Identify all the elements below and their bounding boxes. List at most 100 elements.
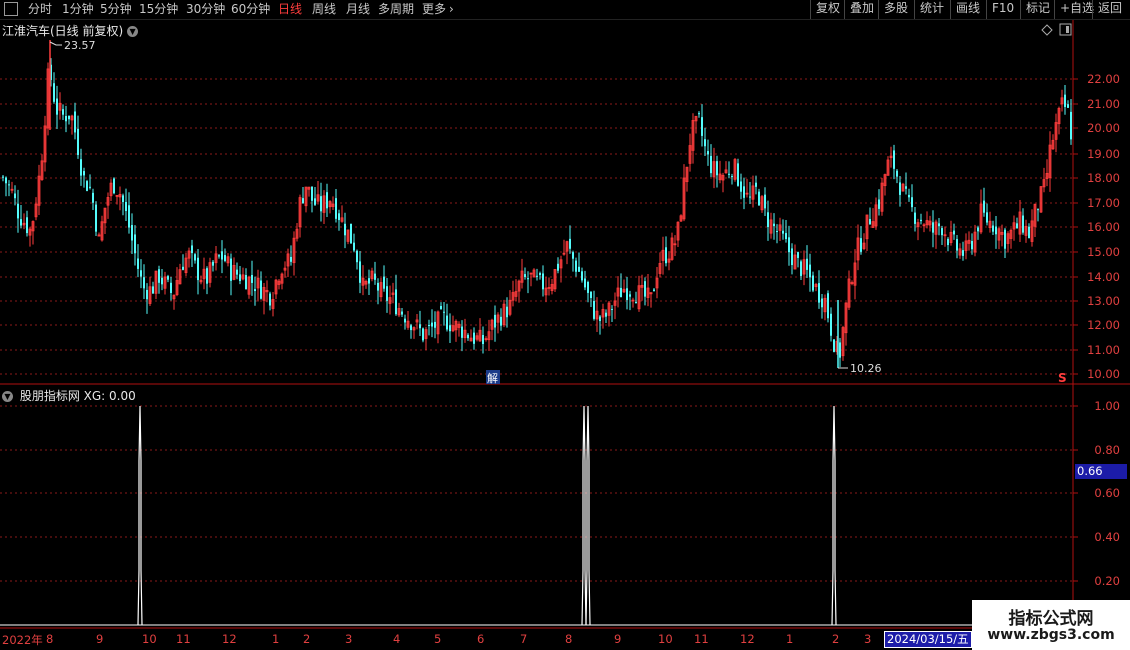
candle-body <box>995 226 997 235</box>
candle-body <box>103 207 107 224</box>
candle-body <box>527 278 529 280</box>
candle-body <box>410 325 412 331</box>
period-tab[interactable]: 分时 <box>28 2 52 17</box>
current-date-badge: 2024/03/15/五 <box>884 631 972 648</box>
candle-body <box>622 288 626 293</box>
period-tab[interactable]: 月线 <box>346 2 370 17</box>
price-axis-label: 10.00 <box>1087 367 1120 381</box>
candle-body <box>386 286 388 301</box>
candle-body <box>199 279 203 283</box>
candle-body <box>710 155 712 174</box>
candle-body <box>559 259 563 269</box>
candle-body <box>230 258 232 281</box>
candle-body <box>1048 144 1052 178</box>
candle-body <box>221 251 223 260</box>
candle-body <box>31 221 35 232</box>
candle-body <box>943 234 947 237</box>
candle-body <box>833 339 835 352</box>
candle-body <box>791 248 793 266</box>
candle-body <box>353 242 355 251</box>
candle-body <box>905 186 907 189</box>
toolbar-button[interactable]: 叠加 <box>844 0 879 19</box>
candle-body <box>986 212 988 223</box>
candle-body <box>274 279 278 295</box>
date-axis-label: 9 <box>614 632 622 646</box>
candle-body <box>517 280 521 292</box>
chevron-down-icon[interactable]: ▼ <box>127 26 139 37</box>
candle-body <box>565 241 569 252</box>
candle-body <box>451 325 455 332</box>
period-tab[interactable]: 15分钟 <box>139 2 178 17</box>
candle-body <box>10 188 14 191</box>
panel-toggle-icon <box>1059 23 1072 36</box>
candle-body <box>463 329 467 339</box>
candle-body <box>644 281 646 297</box>
candle-body <box>167 276 169 280</box>
candle-body <box>467 334 469 339</box>
candle-body <box>118 194 122 198</box>
date-axis-label: 3 <box>864 632 872 646</box>
period-tab[interactable]: 30分钟 <box>186 2 225 17</box>
cursor-value-badge: 0.66 <box>1075 464 1127 479</box>
candle-body <box>1012 222 1016 230</box>
candle-body <box>962 250 964 256</box>
toolbar-button[interactable]: 返回 <box>1092 0 1127 19</box>
toolbar-button[interactable]: F10 <box>986 0 1019 19</box>
period-tab[interactable]: 5分钟 <box>100 2 132 17</box>
candle-body <box>878 199 880 209</box>
price-axis-label: 11.00 <box>1087 343 1120 357</box>
date-axis-label: 7 <box>520 632 528 646</box>
candle-body <box>206 268 208 284</box>
candle-body <box>920 219 922 222</box>
candle-body <box>346 229 350 242</box>
period-tab[interactable]: 更多 <box>422 2 446 17</box>
price-axis-label: 19.00 <box>1087 147 1120 161</box>
candle-body <box>496 314 500 323</box>
toolbar-button[interactable]: 标记 <box>1020 0 1055 19</box>
candle-body <box>53 83 55 102</box>
period-tab[interactable]: 1分钟 <box>62 2 94 17</box>
candle-body <box>856 237 860 261</box>
candle-body <box>569 238 571 249</box>
candle-body <box>760 196 764 211</box>
candle-body <box>109 182 113 197</box>
date-axis-label: 8 <box>565 632 573 646</box>
candle-body <box>997 228 1001 241</box>
candle-body <box>679 215 683 222</box>
candle-body <box>964 240 968 251</box>
candle-body <box>8 184 10 186</box>
candle-body <box>635 302 637 304</box>
candle-body <box>298 197 302 228</box>
candle-body <box>649 292 653 295</box>
chevron-right-icon[interactable]: › <box>449 2 454 17</box>
restore-window-icon[interactable] <box>4 2 18 17</box>
period-tab[interactable]: 周线 <box>312 2 336 17</box>
toolbar-button[interactable]: 画线 <box>950 0 985 19</box>
period-tab[interactable]: 多周期 <box>378 2 414 17</box>
candle-body <box>26 217 28 234</box>
toolbar-button[interactable]: 统计 <box>914 0 949 19</box>
candle-body <box>338 213 340 221</box>
candle-body <box>178 269 182 285</box>
candle-body <box>232 264 236 280</box>
candle-body <box>1028 226 1030 239</box>
candle-body <box>539 273 541 275</box>
candle-body <box>508 299 512 315</box>
period-tab[interactable]: 60分钟 <box>231 2 270 17</box>
candle-body <box>802 259 806 275</box>
toolbar-button[interactable]: 多股 <box>878 0 913 19</box>
candle-body <box>860 238 862 252</box>
candle-body <box>280 273 284 284</box>
price-chart[interactable]: 23.57 10.26 解 S <box>0 0 1130 650</box>
candle-body <box>449 325 451 332</box>
candle-body <box>1018 211 1022 235</box>
candle-body <box>56 98 58 115</box>
candle-body <box>728 173 730 175</box>
toolbar-button[interactable]: 复权 <box>810 0 845 19</box>
candle-body <box>536 275 538 277</box>
candle-body <box>247 276 251 295</box>
candle-body <box>812 275 814 291</box>
chevron-down-icon[interactable]: ▼ <box>2 391 13 402</box>
period-tab[interactable]: 日线 <box>278 2 302 17</box>
candle-body <box>440 305 442 310</box>
